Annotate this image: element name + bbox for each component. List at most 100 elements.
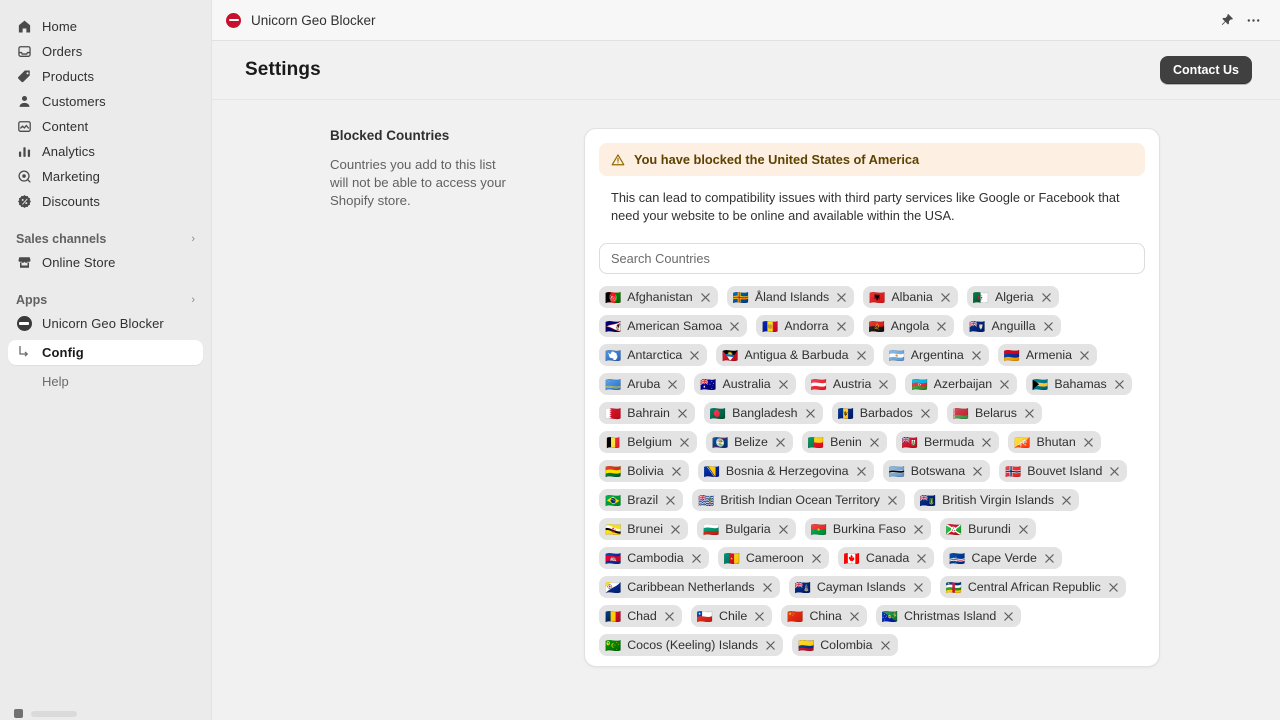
sidebar-item-content[interactable]: Content <box>8 114 203 139</box>
country-chip[interactable]: 🇦🇬 Antigua & Barbuda <box>716 344 874 366</box>
country-chip[interactable]: 🇦🇷 Argentina <box>882 344 989 366</box>
sidebar-item-discounts[interactable]: Discounts <box>8 189 203 214</box>
remove-country-icon[interactable] <box>700 292 711 303</box>
country-chip[interactable]: 🇦🇱 Albania <box>863 286 958 308</box>
sidebar-item-config[interactable]: Config <box>8 340 203 365</box>
country-chip[interactable]: 🇻🇬 British Virgin Islands <box>913 489 1080 511</box>
country-chip[interactable]: 🇧🇭 Bahrain <box>599 402 695 424</box>
country-chip[interactable]: 🇨🇻 Cape Verde <box>943 547 1062 569</box>
remove-country-icon[interactable] <box>691 553 702 564</box>
remove-country-icon[interactable] <box>940 292 951 303</box>
country-chip[interactable]: 🇨🇳 China <box>781 605 867 627</box>
remove-country-icon[interactable] <box>916 553 927 564</box>
remove-country-icon[interactable] <box>805 408 816 419</box>
country-chip[interactable]: 🇦🇼 Aruba <box>599 373 686 395</box>
country-chip[interactable]: 🇦🇽 Åland Islands <box>726 286 855 308</box>
sidebar-item-orders[interactable]: Orders <box>8 39 203 64</box>
country-chip[interactable]: 🇧🇯 Benin <box>801 431 887 453</box>
remove-country-icon[interactable] <box>1024 408 1035 419</box>
country-chip[interactable]: 🇧🇷 Brazil <box>599 489 684 511</box>
remove-country-icon[interactable] <box>1044 553 1055 564</box>
remove-country-icon[interactable] <box>869 437 880 448</box>
country-chip[interactable]: 🇧🇧 Barbados <box>831 402 938 424</box>
remove-country-icon[interactable] <box>887 495 898 506</box>
remove-country-icon[interactable] <box>836 321 847 332</box>
chevron-right-icon[interactable]: › <box>191 233 195 245</box>
country-chip[interactable]: 🇧🇦 Bosnia & Herzegovina <box>697 460 874 482</box>
country-chip[interactable]: 🇦🇿 Azerbaijan <box>905 373 1018 395</box>
remove-country-icon[interactable] <box>677 408 688 419</box>
remove-country-icon[interactable] <box>920 408 931 419</box>
remove-country-icon[interactable] <box>856 466 867 477</box>
remove-country-icon[interactable] <box>1114 379 1125 390</box>
remove-country-icon[interactable] <box>670 524 681 535</box>
sidebar-item-unicorn-geo-blocker[interactable]: Unicorn Geo Blocker <box>8 311 203 336</box>
remove-country-icon[interactable] <box>689 350 700 361</box>
sidebar-item-help[interactable]: Help <box>8 369 203 394</box>
remove-country-icon[interactable] <box>778 379 789 390</box>
sidebar-item-home[interactable]: Home <box>8 14 203 39</box>
remove-country-icon[interactable] <box>936 321 947 332</box>
sidebar-item-marketing[interactable]: Marketing <box>8 164 203 189</box>
remove-country-icon[interactable] <box>762 582 773 593</box>
country-chip[interactable]: 🇦🇶 Antarctica <box>599 344 708 366</box>
country-chip[interactable]: 🇧🇲 Bermuda <box>895 431 1000 453</box>
country-chip[interactable]: 🇰🇾 Cayman Islands <box>788 576 931 598</box>
country-chip[interactable]: 🇩🇿 Algeria <box>966 286 1059 308</box>
remove-country-icon[interactable] <box>1043 321 1054 332</box>
country-chip[interactable]: 🇧🇪 Belgium <box>599 431 697 453</box>
sidebar-section-apps[interactable]: Apps › <box>8 289 203 311</box>
country-chip[interactable]: 🇹🇩 Chad <box>599 605 682 627</box>
remove-country-icon[interactable] <box>856 350 867 361</box>
remove-country-icon[interactable] <box>667 379 678 390</box>
remove-country-icon[interactable] <box>778 524 789 535</box>
remove-country-icon[interactable] <box>1041 292 1052 303</box>
remove-country-icon[interactable] <box>971 350 982 361</box>
sidebar-item-products[interactable]: Products <box>8 64 203 89</box>
country-chip[interactable]: 🇨🇨 Cocos (Keeling) Islands <box>599 634 784 656</box>
remove-country-icon[interactable] <box>679 437 690 448</box>
country-chip[interactable]: 🇨🇱 Chile <box>690 605 773 627</box>
sidebar-item-customers[interactable]: Customers <box>8 89 203 114</box>
remove-country-icon[interactable] <box>775 437 786 448</box>
country-chip[interactable]: 🇦🇹 Austria <box>804 373 897 395</box>
remove-country-icon[interactable] <box>765 640 776 651</box>
remove-country-icon[interactable] <box>811 553 822 564</box>
sidebar-item-online-store[interactable]: Online Store <box>8 250 203 275</box>
remove-country-icon[interactable] <box>1018 524 1029 535</box>
country-chip[interactable]: 🇧🇳 Brunei <box>599 518 689 540</box>
more-horizontal-icon[interactable] <box>1240 7 1266 33</box>
remove-country-icon[interactable] <box>1061 495 1072 506</box>
sidebar-item-analytics[interactable]: Analytics <box>8 139 203 164</box>
country-chip[interactable]: 🇮🇴 British Indian Ocean Territory <box>692 489 905 511</box>
country-chip[interactable]: 🇨🇴 Colombia <box>792 634 898 656</box>
remove-country-icon[interactable] <box>999 379 1010 390</box>
remove-country-icon[interactable] <box>836 292 847 303</box>
remove-country-icon[interactable] <box>754 611 765 622</box>
pin-icon[interactable] <box>1214 7 1240 33</box>
remove-country-icon[interactable] <box>671 466 682 477</box>
remove-country-icon[interactable] <box>1003 611 1014 622</box>
country-chip[interactable]: 🇧🇴 Bolivia <box>599 460 689 482</box>
country-chip[interactable]: 🇧🇫 Burkina Faso <box>804 518 931 540</box>
country-chip[interactable]: 🇨🇫 Central African Republic <box>939 576 1126 598</box>
country-chip[interactable]: 🇨🇽 Christmas Island <box>875 605 1022 627</box>
sidebar-section-sales-channels[interactable]: Sales channels › <box>8 228 203 250</box>
search-input[interactable] <box>599 243 1145 274</box>
remove-country-icon[interactable] <box>1083 437 1094 448</box>
country-chip[interactable]: 🇧🇾 Belarus <box>946 402 1042 424</box>
country-chip[interactable]: 🇦🇩 Andorra <box>756 315 854 337</box>
remove-country-icon[interactable] <box>913 524 924 535</box>
remove-country-icon[interactable] <box>1108 582 1119 593</box>
country-chip[interactable]: 🇦🇮 Anguilla <box>963 315 1061 337</box>
country-chip[interactable]: 🇧🇩 Bangladesh <box>703 402 823 424</box>
country-chip[interactable]: 🇰🇭 Cambodia <box>599 547 709 569</box>
remove-country-icon[interactable] <box>972 466 983 477</box>
country-chip[interactable]: 🇧🇿 Belize <box>705 431 793 453</box>
country-chip[interactable]: 🇧🇮 Burundi <box>939 518 1036 540</box>
remove-country-icon[interactable] <box>664 611 675 622</box>
country-chip[interactable]: 🇦🇴 Angola <box>862 315 955 337</box>
country-chip[interactable]: 🇧🇹 Bhutan <box>1008 431 1101 453</box>
chevron-right-icon-apps[interactable]: › <box>191 294 195 306</box>
country-chip[interactable]: 🇨🇲 Cameroon <box>717 547 829 569</box>
